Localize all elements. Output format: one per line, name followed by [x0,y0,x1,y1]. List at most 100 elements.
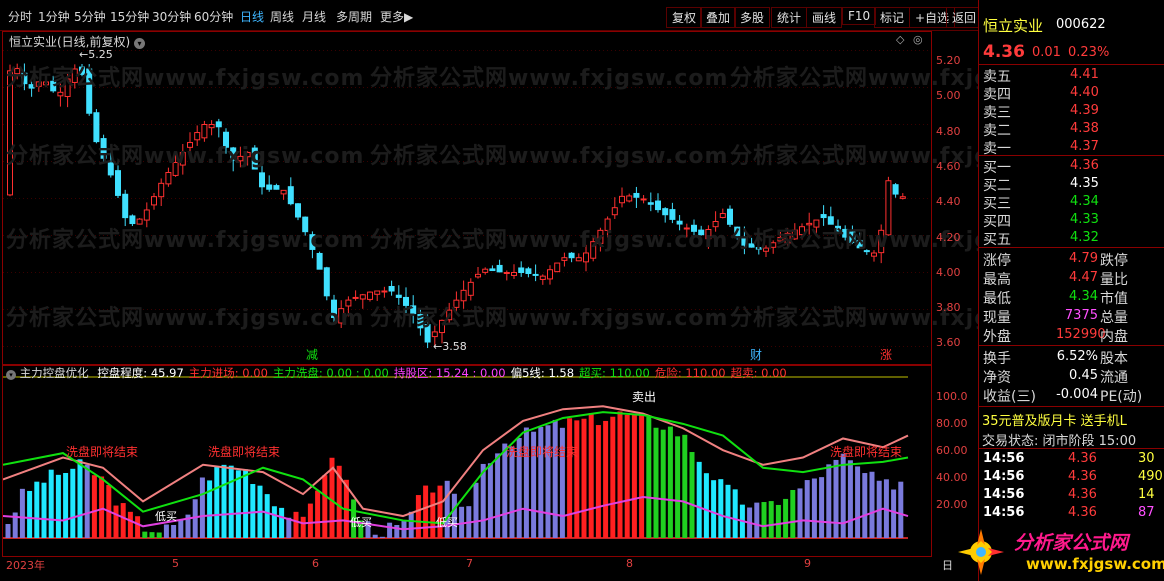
period-tab-15min[interactable]: 15分钟 [110,8,149,25]
chevron-down-icon[interactable]: ▾ [134,38,146,49]
fuquan-button[interactable]: 复权 [666,7,703,28]
period-tab-monthly[interactable]: 月线 [302,8,326,25]
ask-price[interactable]: 4.40 [1070,85,1099,100]
indicator-bar [171,524,177,538]
settings-circle-icon[interactable]: ◎ [913,33,923,46]
candle-body [496,264,503,273]
diamond-icon[interactable]: ◇ [896,33,904,46]
candle-body [655,200,661,211]
stat-label: 涨停 [983,253,1011,269]
candle-body [640,198,647,201]
bid-price[interactable]: 4.35 [1070,176,1099,191]
draw-line-button[interactable]: 画线 [806,7,843,28]
ask-price[interactable]: 4.38 [1070,121,1099,136]
period-tab-daily[interactable]: 日线 [240,8,264,25]
indicator-bar [142,531,148,538]
candle-body [395,294,402,298]
stat-value: 0.45 [1069,368,1098,383]
candle-body [64,78,71,98]
period-tab-5min[interactable]: 5分钟 [74,8,106,25]
candle-body [691,224,697,232]
event-marker-jian[interactable]: 减 [306,346,318,363]
candle-body [367,291,373,300]
indicator-bar [430,492,436,538]
indicator-bar [754,502,760,538]
event-marker-cai[interactable]: 财 [750,346,762,363]
bid-price[interactable]: 4.33 [1070,212,1099,227]
multi-stock-button[interactable]: 多股 [734,7,771,28]
bid-label: 买五 [983,232,1011,248]
indicator-bar [293,511,299,538]
candle-body [338,308,345,324]
candle-body [669,209,676,220]
indicator-field: 偏5线: 1.58 [510,366,575,380]
indicator-bar [394,525,400,538]
candlestick-chart[interactable] [2,31,932,366]
candle-body [899,196,906,199]
period-tab-1min[interactable]: 1分钟 [38,8,70,25]
toolbar: 分时 1分钟 5分钟 15分钟 30分钟 60分钟 日线 周线 月线 多周期 更… [0,0,983,31]
candle-body [158,182,165,198]
bid-price[interactable]: 4.36 [1070,158,1099,173]
indicator-bar [127,511,133,538]
candle-body [115,170,121,196]
candle-body [14,68,21,75]
tick-price: 4.36 [1068,505,1097,520]
candle-body [122,193,129,219]
candle-body [856,239,863,249]
tick-time: 14:56 [983,469,1025,484]
ask-price[interactable]: 4.37 [1070,139,1099,154]
promo-banner[interactable]: 35元普及版月卡 送手机L [982,410,1127,429]
stock-code: 000622 [1056,17,1106,32]
high-price-label: ←5.25 [79,48,113,61]
candle-body [842,228,849,238]
candle-body [583,252,589,263]
candle-body [208,124,215,129]
period-tab-more[interactable]: 更多▶ [380,8,413,25]
period-tab-multi[interactable]: 多周期 [336,8,372,25]
candle-body [547,269,553,280]
candle-body [849,231,856,243]
indicator-chart[interactable] [2,364,932,557]
candle-body [100,138,107,159]
bid-price[interactable]: 4.32 [1070,230,1099,245]
bid-price[interactable]: 4.34 [1070,194,1099,209]
candle-body [21,72,28,85]
overlay-button[interactable]: 叠加 [700,7,737,28]
indicator-fields: 控盘程度: 45.97 主力进场: 0.00 主力洗盘: 0.00 : 0.00 持股… [92,366,786,380]
y-tick: 80.00 [936,417,968,430]
period-tab-weekly[interactable]: 周线 [270,8,294,25]
candle-body [813,219,820,228]
chevron-down-icon[interactable]: ▾ [6,370,16,380]
period-tab-30min[interactable]: 30分钟 [152,8,191,25]
candle-body [568,252,575,259]
candle-body [280,189,287,195]
indicator-bar [199,477,205,538]
stats-button[interactable]: 统计 [771,7,808,28]
candle-body [359,294,366,300]
candle-body [539,275,546,280]
candle-body [561,257,568,261]
ask-price[interactable]: 4.41 [1070,67,1099,82]
period-tab-fenshi[interactable]: 分时 [8,8,32,25]
candle-body [626,195,633,202]
bid-label: 买四 [983,214,1011,230]
indicator-bar [675,436,681,538]
indicator-bar [667,426,673,538]
period-tab-60min[interactable]: 60分钟 [194,8,233,25]
candle-body [460,289,467,302]
candle-body [57,91,64,97]
indicator-bar [300,516,306,538]
back-button[interactable]: 返回 [946,7,983,28]
candle-body [467,281,474,296]
candle-body [489,268,496,272]
f10-button[interactable]: F10 [842,7,877,25]
indicator-bar [588,413,594,538]
candle-body [705,229,712,240]
ask-price[interactable]: 4.39 [1070,103,1099,118]
indicator-bar [387,522,393,538]
indicator-bar [574,420,580,538]
event-marker-zhang[interactable]: 涨 [880,346,892,363]
indicator-bar [27,490,33,538]
mark-button[interactable]: 标记 [874,7,911,28]
